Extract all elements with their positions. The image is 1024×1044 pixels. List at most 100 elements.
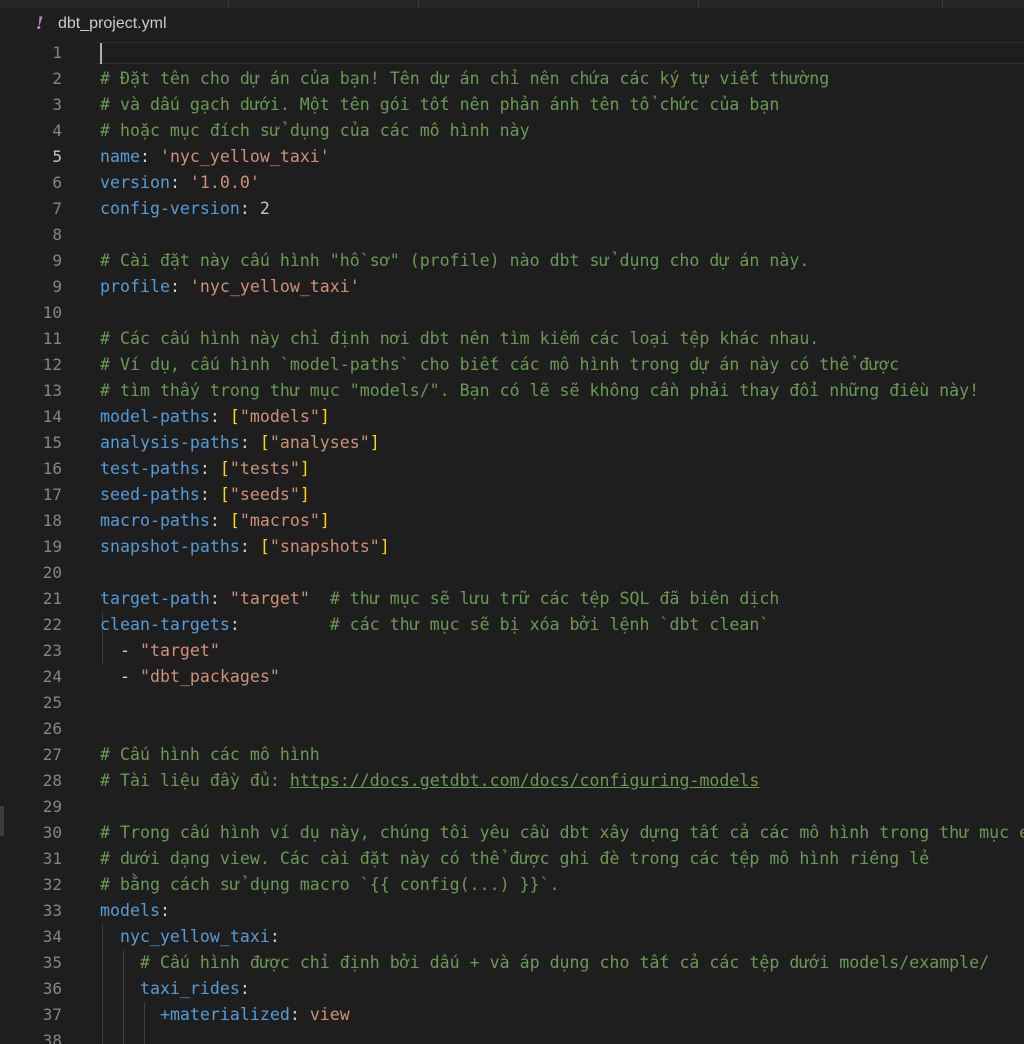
tab-separator xyxy=(698,0,699,8)
line-number: 27 xyxy=(42,745,62,764)
code-line[interactable]: 17 seed-paths: ["seeds"] xyxy=(0,482,1024,508)
token-string: "tests" xyxy=(229,459,300,478)
code-line[interactable]: 13 # tìm thấy trong thư mục "models/". Bạ… xyxy=(0,378,1024,404)
token-bracket: ] xyxy=(369,433,380,452)
token-bracket: [ xyxy=(219,459,230,478)
token-punctuation xyxy=(310,589,330,608)
token-bracket: ] xyxy=(299,485,310,504)
breadcrumb: ! dbt_project.yml xyxy=(0,8,1024,40)
code-line[interactable]: 33 models: xyxy=(0,898,1024,924)
code-text: config-version: 2 xyxy=(100,196,270,222)
code-line[interactable]: 19 snapshot-paths: ["snapshots"] xyxy=(0,534,1024,560)
token-comment: # Trong cấu hình ví dụ này, chúng tôi yê… xyxy=(100,823,1024,842)
token-key: name xyxy=(100,147,140,166)
token-number: 2 xyxy=(259,199,270,218)
token-comment: # Cấu hình các mô hình xyxy=(100,745,320,764)
code-line[interactable]: 7 config-version: 2 xyxy=(0,196,1024,222)
code-text: # Các cấu hình này chỉ định nơi dbt nên … xyxy=(100,326,819,352)
line-number: 30 xyxy=(42,823,62,842)
token-bracket: ] xyxy=(299,459,310,478)
breadcrumb-file-name[interactable]: dbt_project.yml xyxy=(58,15,167,33)
token-string: 'nyc_yellow_taxi' xyxy=(189,277,360,296)
line-number: 4 xyxy=(52,121,62,140)
line-number: 13 xyxy=(42,381,62,400)
token-string: "snapshots" xyxy=(269,537,380,556)
tab-separator xyxy=(418,0,419,8)
code-text: # Cấu hình được chỉ định bởi dấu + và áp… xyxy=(100,950,989,976)
token-key: version xyxy=(100,173,170,192)
line-number: 33 xyxy=(42,901,62,920)
line-number: 5 xyxy=(52,147,62,166)
token-key: taxi_rides xyxy=(139,979,240,998)
token-string: "seeds" xyxy=(229,485,300,504)
code-line[interactable]: 37 +materialized: view xyxy=(0,1002,1024,1028)
token-key: models xyxy=(100,901,160,920)
code-line[interactable]: 4 # hoặc mục đích sử dụng của các mô hình… xyxy=(0,118,1024,144)
code-line[interactable]: 30 # Trong cấu hình ví dụ này, chúng tôi … xyxy=(0,820,1024,846)
token-link[interactable]: https://docs.getdbt.com/docs/configuring… xyxy=(290,771,760,790)
code-line[interactable]: 16 test-paths: ["tests"] xyxy=(0,456,1024,482)
line-number: 6 xyxy=(52,173,62,192)
code-text: clean-targets: # các thư mục sẽ bị xóa b… xyxy=(100,612,769,638)
token-comment: # bằng cách sử dụng macro `{{ config(...… xyxy=(100,875,560,894)
code-line[interactable]: 2 # Đặt tên cho dự án của bạn! Tên dự án … xyxy=(0,66,1024,92)
token-punctuation: : xyxy=(239,537,260,556)
line-number: 15 xyxy=(42,433,62,452)
code-line[interactable]: 8 xyxy=(0,222,1024,248)
line-number: 11 xyxy=(42,329,62,348)
code-line[interactable]: 24 - "dbt_packages" xyxy=(0,664,1024,690)
code-line[interactable]: 5 name: 'nyc_yellow_taxi' xyxy=(0,144,1024,170)
code-text: # hoặc mục đích sử dụng của các mô hình … xyxy=(100,118,530,144)
code-line[interactable]: 22 clean-targets: # các thư mục sẽ bị xóa… xyxy=(0,612,1024,638)
code-line[interactable]: 34 nyc_yellow_taxi: xyxy=(0,924,1024,950)
token-string: view xyxy=(309,1005,350,1024)
token-punctuation: : xyxy=(199,459,220,478)
token-bracket: [ xyxy=(229,511,240,530)
token-bracket: [ xyxy=(219,485,230,504)
code-line[interactable]: 31 # dưới dạng view. Các cài đặt này có t… xyxy=(0,846,1024,872)
code-line[interactable]: 26 xyxy=(0,716,1024,742)
token-punctuation: - xyxy=(100,667,140,686)
line-number: 19 xyxy=(42,537,62,556)
code-line[interactable]: 18 macro-paths: ["macros"] xyxy=(0,508,1024,534)
code-text: - "dbt_packages" xyxy=(100,664,280,690)
yaml-file-icon: ! xyxy=(36,14,44,34)
token-punctuation: : xyxy=(269,927,280,946)
code-line[interactable]: 20 xyxy=(0,560,1024,586)
token-punctuation: : xyxy=(169,277,190,296)
token-punctuation xyxy=(100,1005,160,1024)
code-line[interactable]: 32 # bằng cách sử dụng macro `{{ config(.… xyxy=(0,872,1024,898)
token-bracket: [ xyxy=(229,407,240,426)
code-line[interactable]: 9 # Cài đặt này cấu hình "hồ sơ" (profile… xyxy=(0,248,1024,274)
code-line[interactable]: 23 - "target" xyxy=(0,638,1024,664)
code-line[interactable]: 38 xyxy=(0,1028,1024,1044)
code-line[interactable]: 25 xyxy=(0,690,1024,716)
token-string: "target" xyxy=(139,641,220,660)
code-line[interactable]: 1 xyxy=(0,40,1024,66)
code-line[interactable]: 27 # Cấu hình các mô hình xyxy=(0,742,1024,768)
code-line[interactable]: 12 # Ví dụ, cấu hình `model-paths` cho bi… xyxy=(0,352,1024,378)
token-comment: # Cấu hình được chỉ định bởi dấu + và áp… xyxy=(139,953,990,972)
code-text: target-path: "target" # thư mục sẽ lưu t… xyxy=(100,586,779,612)
code-line[interactable]: 15 analysis-paths: ["analyses"] xyxy=(0,430,1024,456)
code-line[interactable]: 36 taxi_rides: xyxy=(0,976,1024,1002)
code-line[interactable]: 3 # và dấu gạch dưới. Một tên gói tốt nên… xyxy=(0,92,1024,118)
code-line[interactable]: 35 # Cấu hình được chỉ định bởi dấu + và… xyxy=(0,950,1024,976)
code-text: # Tài liệu đầy đủ: https://docs.getdbt.c… xyxy=(100,768,759,794)
token-key: clean-targets xyxy=(100,615,230,634)
code-line[interactable]: 11 # Các cấu hình này chỉ định nơi dbt nê… xyxy=(0,326,1024,352)
code-line[interactable]: 6 version: '1.0.0' xyxy=(0,170,1024,196)
token-bracket: ] xyxy=(319,511,330,530)
code-line[interactable]: 9 profile: 'nyc_yellow_taxi' xyxy=(0,274,1024,300)
code-line[interactable]: 10 xyxy=(0,300,1024,326)
code-line[interactable]: 28 # Tài liệu đầy đủ: https://docs.getdbt… xyxy=(0,768,1024,794)
line-number: 9 xyxy=(52,277,62,296)
code-text: model-paths: ["models"] xyxy=(100,404,330,430)
code-line[interactable]: 14 model-paths: ["models"] xyxy=(0,404,1024,430)
code-line[interactable]: 21 target-path: "target" # thư mục sẽ lưu… xyxy=(0,586,1024,612)
code-line[interactable]: 29 xyxy=(0,794,1024,820)
code-text: # Cài đặt này cấu hình "hồ sơ" (profile)… xyxy=(100,248,809,274)
code-editor[interactable]: 1 2 # Đặt tên cho dự án của bạn! Tên dự án… xyxy=(0,40,1024,1044)
token-bracket: [ xyxy=(259,537,270,556)
line-number: 24 xyxy=(42,667,62,686)
